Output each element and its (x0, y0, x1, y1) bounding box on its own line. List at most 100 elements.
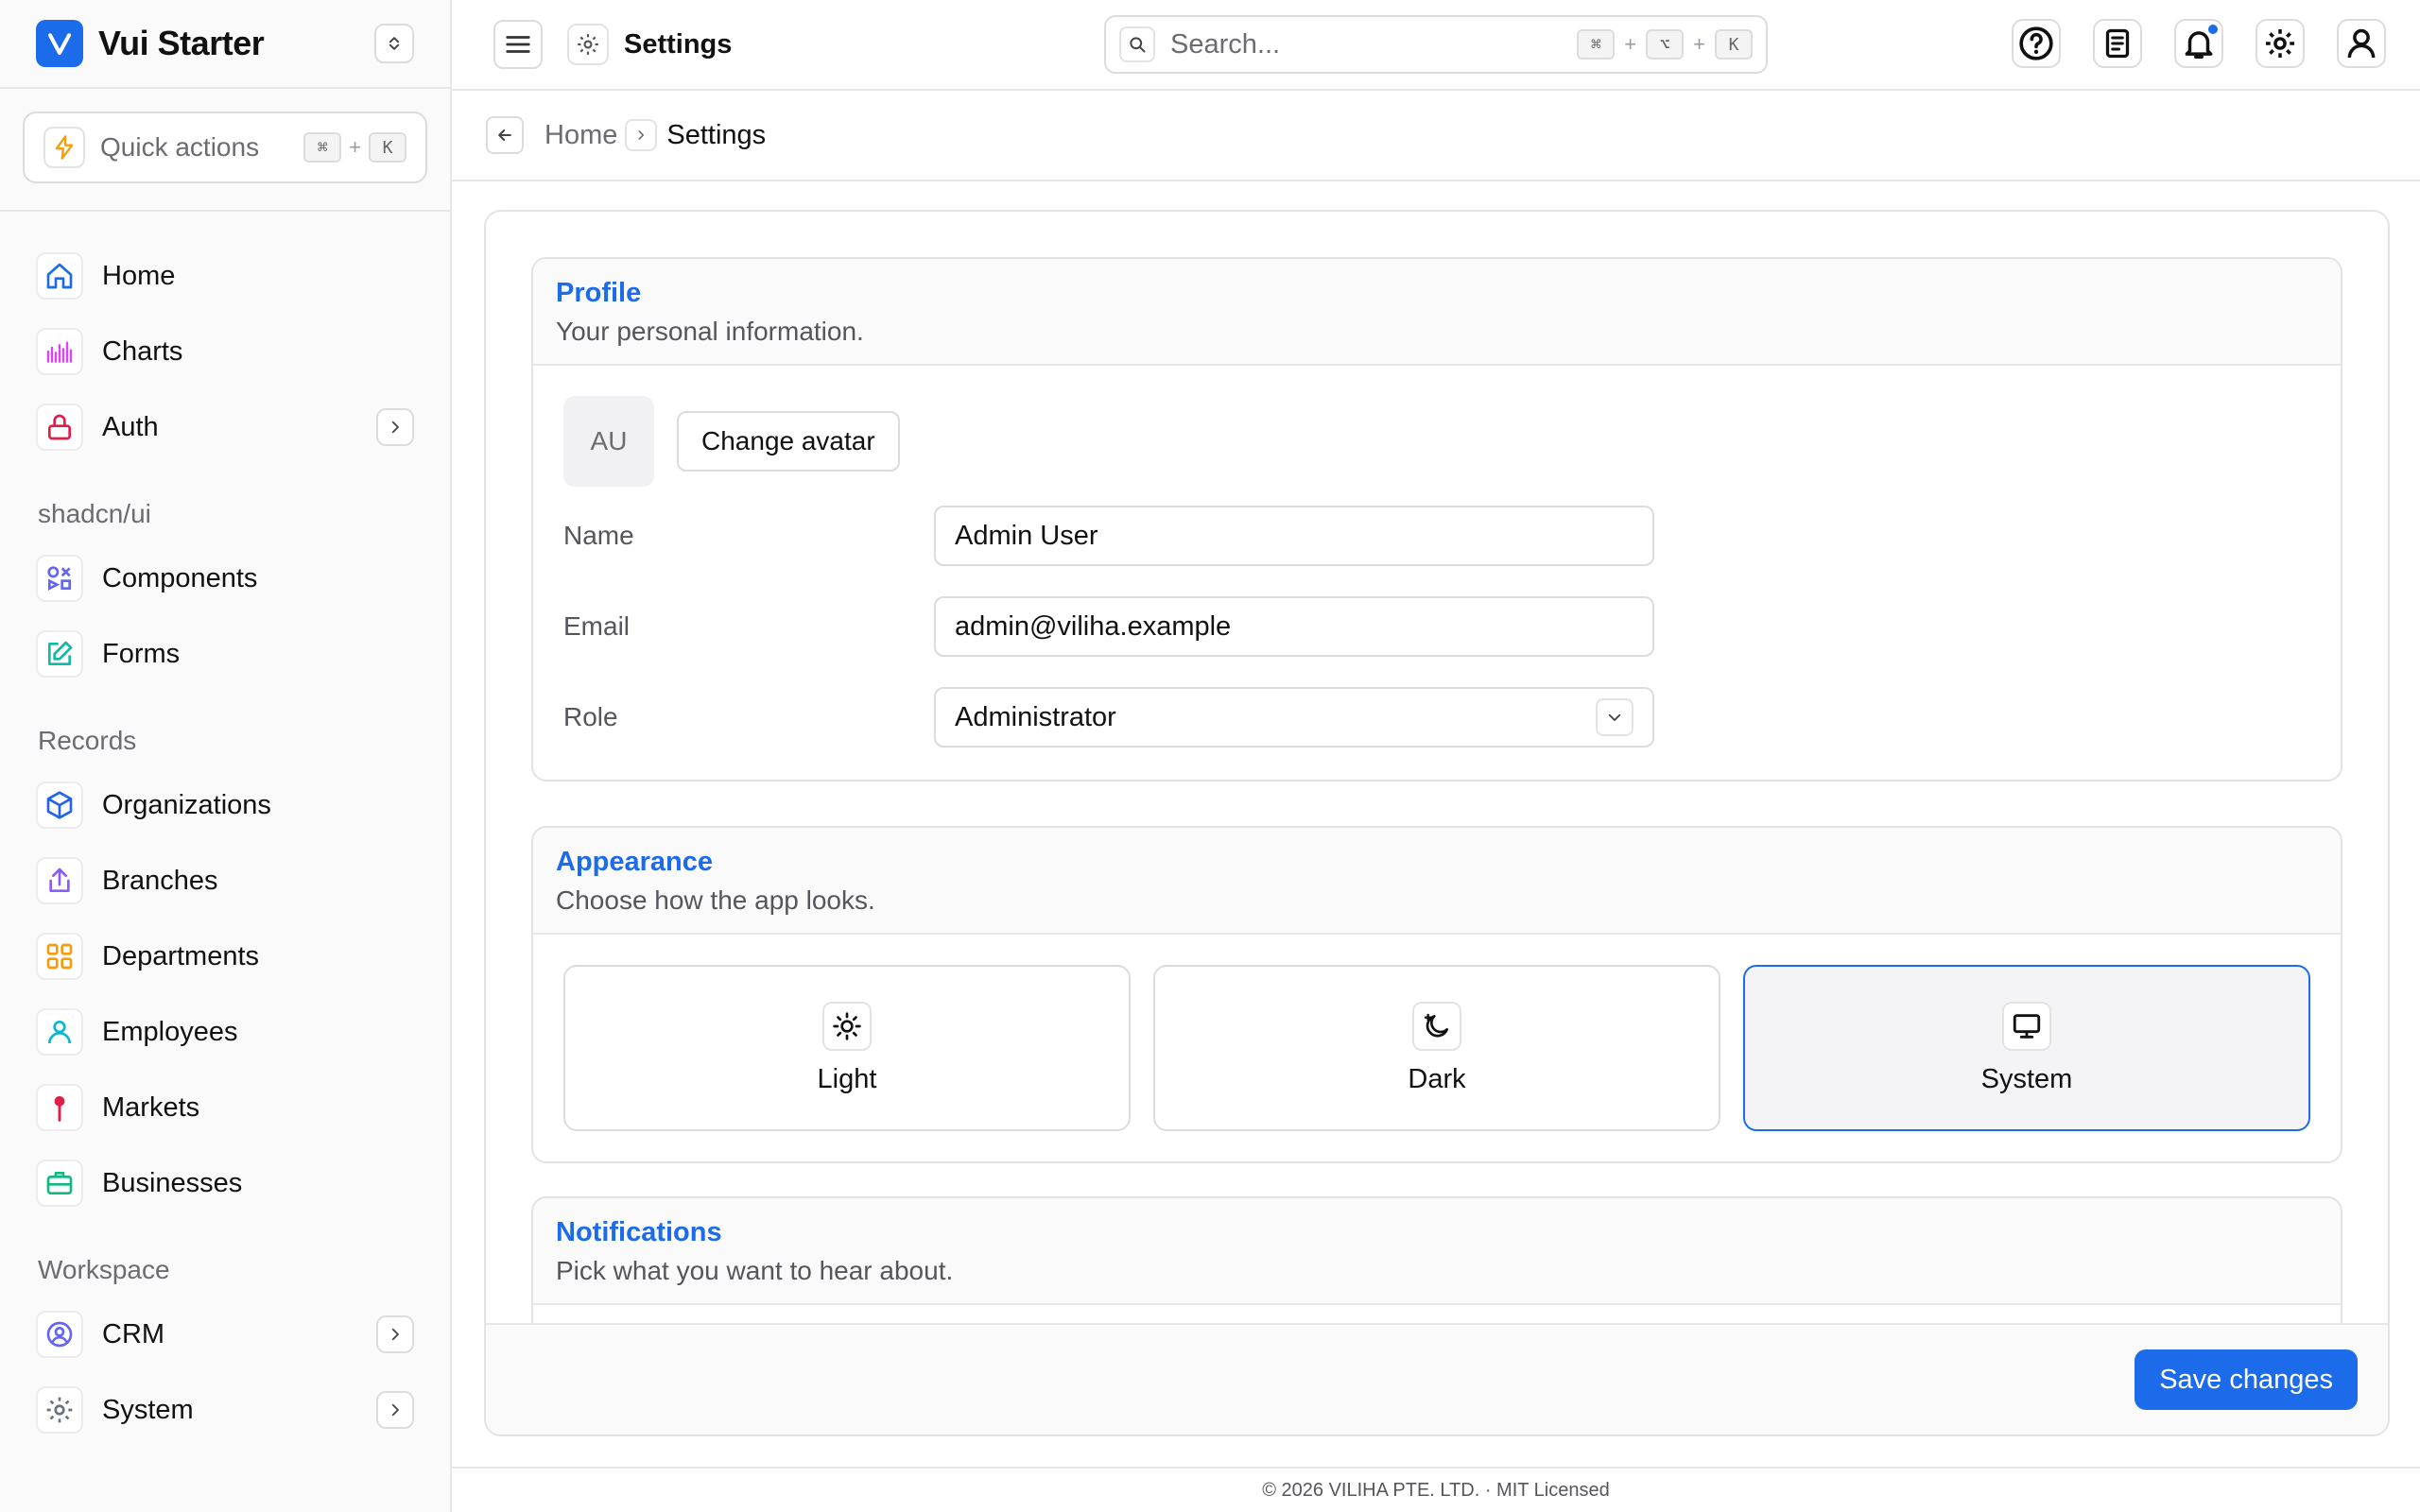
sidebar-item-departments[interactable]: Departments (0, 919, 450, 994)
sidebar-nav: Home Charts Auth shadcn/ui Components Fo… (0, 212, 450, 1448)
settings-scroll-area[interactable]: Profile Your personal information. AU Ch… (486, 212, 2388, 1327)
search-icon (1119, 26, 1155, 62)
back-button[interactable] (486, 116, 524, 154)
briefcase-icon (36, 1160, 83, 1207)
email-label: Email (563, 611, 631, 641)
gear-icon (36, 1386, 83, 1434)
appearance-title: Appearance (556, 847, 714, 877)
kbd-cmd: ⌘ (1577, 29, 1616, 60)
hamburger-icon (506, 36, 530, 53)
topbar: Settings ⌘ + ⌥ + K (452, 0, 2420, 91)
pin-icon (36, 1084, 83, 1131)
search-shortcut: ⌘ + ⌥ + K (1577, 29, 1753, 60)
name-label: Name (563, 521, 634, 550)
chevron-right-icon (391, 1328, 399, 1341)
sidebar-item-forms[interactable]: Forms (0, 616, 450, 692)
lock-icon (36, 404, 83, 451)
grid-icon (36, 933, 83, 980)
breadcrumb: Home Settings (452, 91, 2420, 181)
name-field[interactable] (934, 506, 1654, 566)
auth-expand-button[interactable] (376, 408, 414, 446)
kbd-plus: + (1624, 32, 1637, 56)
workspace-switcher-button[interactable] (374, 24, 414, 63)
gear-icon (2265, 28, 2295, 59)
change-avatar-button[interactable]: Change avatar (677, 411, 900, 472)
sidebar-item-markets[interactable]: Markets (0, 1070, 450, 1145)
kbd-option: ⌥ (1646, 29, 1685, 60)
theme-option-dark[interactable]: Dark (1153, 965, 1720, 1131)
kbd-plus: + (1693, 32, 1705, 56)
components-icon (36, 555, 83, 602)
sidebar: Vui Starter Quick actions ⌘ + K Home Cha… (0, 0, 452, 1512)
role-selected-value: Administrator (955, 701, 1116, 732)
section-label-workspace: Workspace (38, 1255, 170, 1284)
sidebar-item-crm[interactable]: CRM (0, 1297, 450, 1372)
appearance-subtitle: Choose how the app looks. (556, 885, 875, 915)
card-footer: Save changes (486, 1323, 2388, 1435)
section-label-shadcn: shadcn/ui (38, 499, 151, 528)
top-actions (2012, 19, 2386, 68)
profile-subtitle: Your personal information. (556, 317, 864, 346)
sidebar-item-label: Organizations (102, 789, 271, 820)
crm-expand-button[interactable] (376, 1315, 414, 1353)
chevron-down-icon (1596, 698, 1634, 736)
sidebar-item-branches[interactable]: Branches (0, 843, 450, 919)
document-icon (2105, 28, 2130, 59)
notification-dot (2206, 23, 2220, 36)
breadcrumb-home-link[interactable]: Home (544, 120, 617, 151)
theme-option-light[interactable]: Light (563, 965, 1131, 1131)
brand-header: Vui Starter (0, 0, 450, 89)
user-circle-icon (36, 1311, 83, 1358)
sidebar-item-label: Employees (102, 1016, 238, 1047)
sidebar-item-label: Branches (102, 865, 218, 896)
email-field[interactable] (934, 596, 1654, 657)
sidebar-item-home[interactable]: Home (0, 238, 450, 314)
share-upload-icon (36, 857, 83, 904)
help-button[interactable] (2012, 19, 2061, 68)
page-footer: © 2026 VILIHA PTE. LTD. · MIT Licensed (452, 1467, 2420, 1512)
quick-actions-label: Quick actions (100, 132, 260, 162)
breadcrumb-current: Settings (666, 119, 767, 150)
home-icon (36, 252, 83, 300)
notifications-subtitle: Pick what you want to hear about. (556, 1256, 954, 1285)
kbd-plus: + (349, 135, 361, 159)
sidebar-item-label: System (102, 1394, 194, 1425)
quick-actions-button[interactable]: Quick actions ⌘ + K (23, 112, 427, 183)
sidebar-item-components[interactable]: Components (0, 541, 450, 616)
menu-toggle-button[interactable] (493, 20, 543, 69)
appearance-section: Appearance Choose how the app looks. Lig… (531, 826, 2342, 1163)
sidebar-item-system[interactable]: System (0, 1372, 450, 1448)
moon-stars-icon (1412, 1001, 1461, 1051)
notifications-button[interactable] (2174, 19, 2223, 68)
theme-option-system[interactable]: System (1743, 965, 2310, 1131)
help-circle-icon (2019, 26, 2053, 60)
system-expand-button[interactable] (376, 1391, 414, 1429)
sidebar-item-organizations[interactable]: Organizations (0, 767, 450, 843)
sidebar-item-charts[interactable]: Charts (0, 314, 450, 389)
chevron-right-icon (391, 1403, 399, 1417)
role-select[interactable]: Administrator (934, 687, 1654, 747)
sidebar-item-businesses[interactable]: Businesses (0, 1145, 450, 1221)
settings-gear-icon (567, 24, 609, 65)
sun-icon (822, 1001, 872, 1051)
account-button[interactable] (2337, 19, 2386, 68)
sidebar-item-auth[interactable]: Auth (0, 389, 450, 465)
cube-icon (36, 782, 83, 829)
search-box[interactable]: ⌘ + ⌥ + K (1104, 15, 1768, 74)
search-input[interactable] (1170, 28, 1530, 60)
docs-button[interactable] (2093, 19, 2142, 68)
save-changes-button[interactable]: Save changes (2135, 1349, 2358, 1410)
avatar: AU (563, 396, 654, 487)
theme-label: Light (817, 1063, 877, 1094)
kbd-k: K (369, 132, 406, 163)
section-label-records: Records (38, 726, 137, 755)
chevron-up-down-icon (389, 37, 400, 50)
sidebar-item-label: Components (102, 562, 258, 593)
notifications-section: Notifications Pick what you want to hear… (531, 1196, 2342, 1327)
edit-form-icon (36, 630, 83, 678)
lightning-icon (43, 127, 85, 168)
settings-button[interactable] (2256, 19, 2305, 68)
vui-logo-icon (36, 20, 83, 67)
sidebar-item-employees[interactable]: Employees (0, 994, 450, 1070)
role-label: Role (563, 702, 618, 731)
